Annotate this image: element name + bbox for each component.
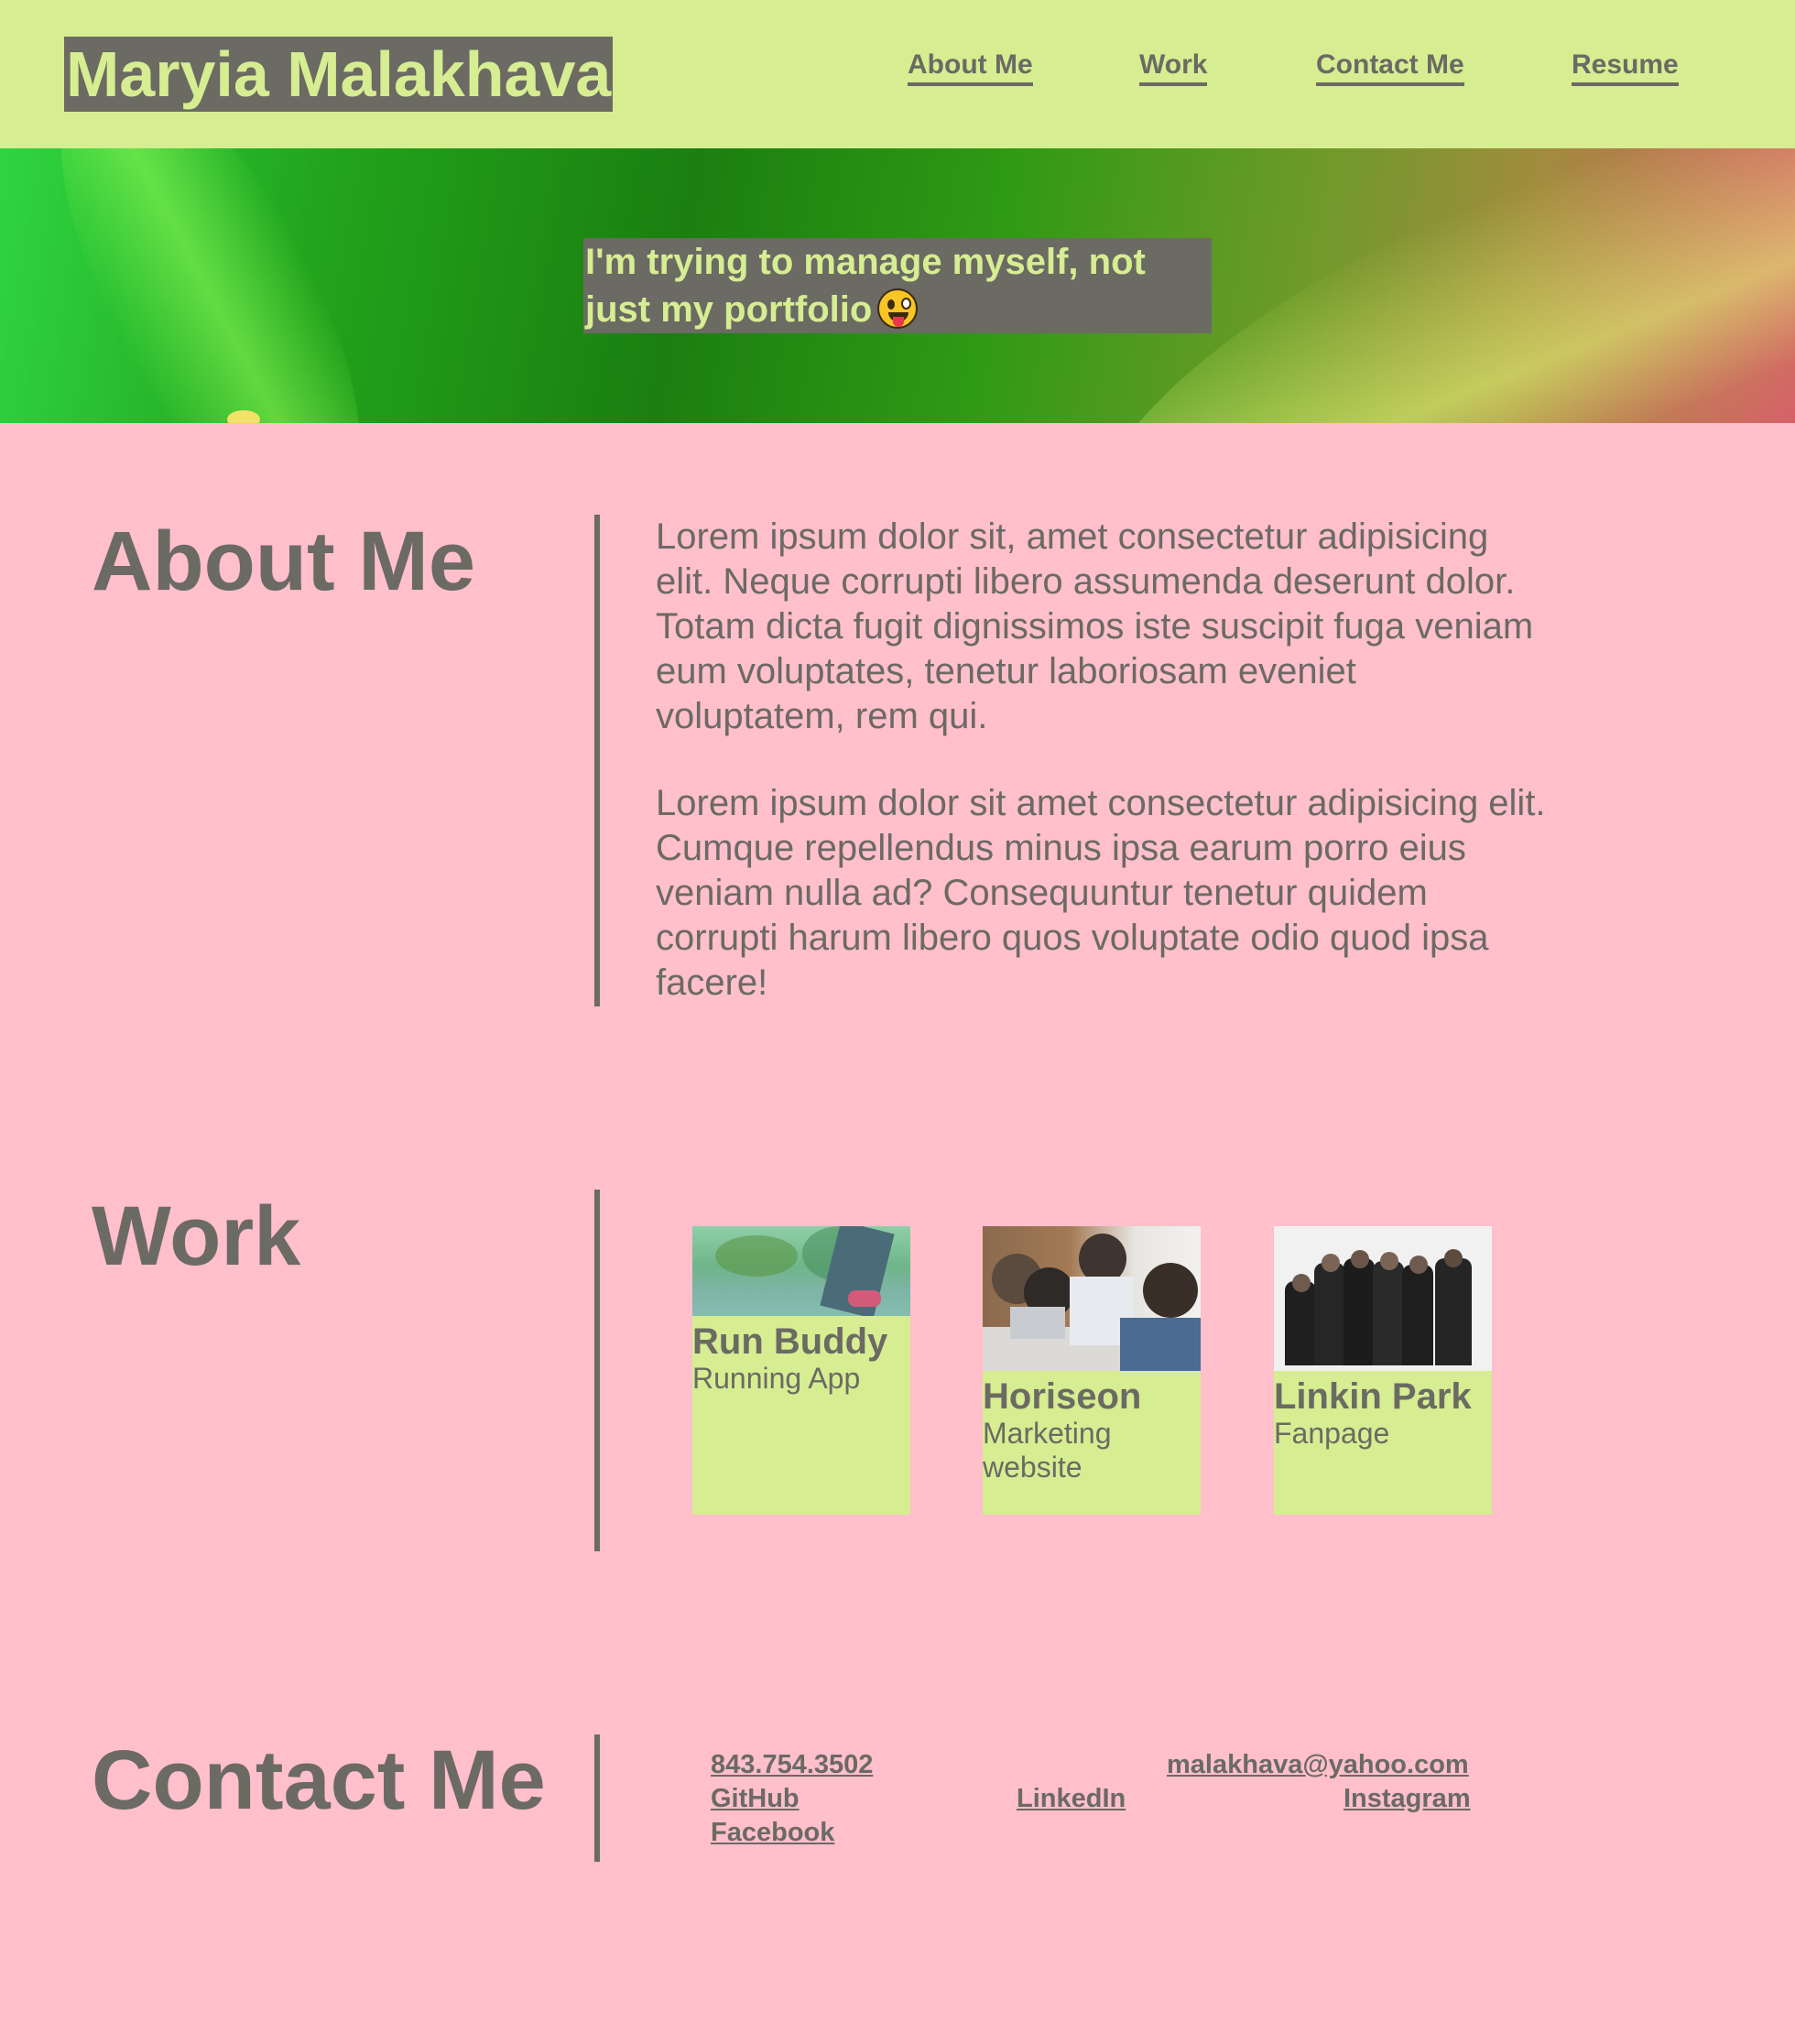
work-section-title: Work: [92, 1190, 301, 1283]
hero-tagline: I'm trying to manage myself, not just my…: [583, 238, 1212, 333]
linkin-park-image: [1274, 1226, 1492, 1371]
tagline-line-1: I'm trying to manage myself, not: [585, 242, 1146, 282]
horiseon-image: [983, 1226, 1201, 1371]
project-card-linkin-park[interactable]: Linkin Park Fanpage: [1274, 1226, 1492, 1515]
winking-face-with-tongue-icon: [877, 288, 919, 329]
hero-light-streak: [1, 148, 420, 423]
project-title[interactable]: Horiseon: [983, 1376, 1201, 1417]
nav-about-me[interactable]: About Me: [908, 49, 1033, 86]
site-title: Maryia Malakhava: [64, 37, 614, 112]
facebook-link[interactable]: Facebook: [711, 1818, 834, 1848]
github-link[interactable]: GitHub: [711, 1784, 800, 1814]
phone-link[interactable]: 843.754.3502: [711, 1750, 873, 1780]
project-card-run-buddy[interactable]: Run Buddy Running App: [692, 1226, 910, 1515]
about-paragraph-1: Lorem ipsum dolor sit, amet consectetur …: [656, 516, 1534, 736]
about-section-title: About Me: [92, 515, 476, 608]
run-buddy-image: [692, 1226, 910, 1316]
site-header: Maryia Malakhava About Me Work Contact M…: [0, 0, 1795, 148]
instagram-link[interactable]: Instagram: [1344, 1784, 1471, 1814]
linkedin-link[interactable]: LinkedIn: [1017, 1784, 1126, 1814]
tagline-line-2: just my portfolio: [585, 289, 873, 330]
nav-contact-me[interactable]: Contact Me: [1316, 49, 1464, 86]
about-divider: [594, 515, 600, 1006]
project-subtitle: Running App: [692, 1362, 861, 1395]
nav-resume[interactable]: Resume: [1572, 49, 1679, 86]
contact-section-title: Contact Me: [92, 1734, 546, 1827]
project-title[interactable]: Run Buddy: [692, 1321, 910, 1362]
email-link[interactable]: malakhava@yahoo.com: [1167, 1750, 1469, 1780]
work-divider: [594, 1190, 600, 1551]
project-subtitle: Marketing website: [983, 1417, 1112, 1484]
nav-work[interactable]: Work: [1139, 49, 1208, 86]
hero-yellow-spot: [227, 410, 260, 423]
contact-divider: [594, 1734, 600, 1862]
about-text: Lorem ipsum dolor sit, amet consectetur …: [656, 515, 1553, 1048]
project-card-horiseon[interactable]: Horiseon Marketing website: [983, 1226, 1201, 1515]
project-title[interactable]: Linkin Park: [1274, 1376, 1492, 1417]
about-paragraph-2: Lorem ipsum dolor sit amet consectetur a…: [656, 783, 1546, 1003]
project-subtitle: Fanpage: [1274, 1417, 1390, 1450]
